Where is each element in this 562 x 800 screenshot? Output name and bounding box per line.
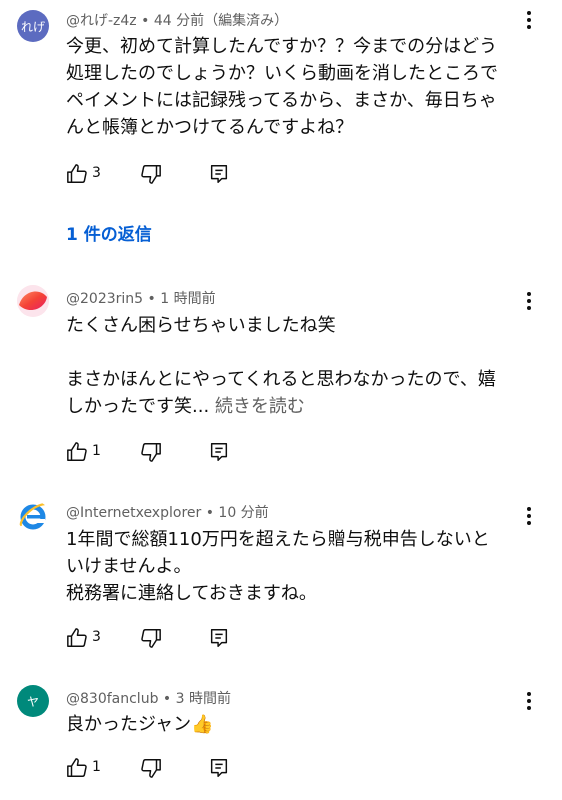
comment-line-text: しかったです笑...: [66, 396, 210, 417]
thumbs-up-icon: [67, 758, 87, 777]
comment-text: 1年間で総額110万円を超えたら贈与税申告しないと いけませんよ。 税務署に連絡…: [66, 526, 536, 607]
reply-comment-icon: [210, 629, 228, 647]
comment-line: ペイメントには記録残ってるから、まさか、毎日ちゃ: [66, 90, 497, 111]
reply-button[interactable]: [208, 440, 230, 464]
comment-line: 税務署に連絡しておきますね。: [66, 583, 317, 604]
reply-button[interactable]: [208, 162, 230, 186]
comment-text: たくさん困らせちゃいましたね笑 まさかほんとにやってくれると思わなかったので、嬉…: [66, 312, 536, 420]
internet-explorer-logo-icon: [19, 502, 46, 530]
more-vert-icon[interactable]: [519, 8, 539, 32]
comment-author-meta: @Internetxexplorer • 10 分前: [66, 505, 269, 521]
comment-line: いけませんよ。: [66, 556, 192, 577]
reply-comment-icon: [210, 443, 228, 461]
comment-author-meta: @830fanclub • 3 時間前: [66, 691, 231, 707]
comment-line: 1年間で総額110万円を超えたら贈与税申告しないと: [66, 529, 490, 550]
comment-actions: 3: [66, 626, 266, 650]
like-button[interactable]: 1: [66, 756, 101, 780]
comment-text: 今更、初めて計算したんですか？？今までの分はどう 処理したのでしょうか？いくら動…: [66, 33, 536, 141]
view-replies-link[interactable]: 1 件の返信: [66, 220, 152, 245]
comment-author-meta: @れげ-z4z • 44 分前（編集済み）: [66, 13, 289, 29]
comment-line: 処理したのでしょうか？いくら動画を消したところで: [66, 63, 498, 84]
comment-actions: 3: [66, 162, 266, 186]
like-button[interactable]: 3: [66, 162, 101, 186]
reply-comment-icon: [210, 759, 228, 777]
more-vert-icon[interactable]: [519, 689, 539, 713]
thumbs-up-icon: [67, 164, 87, 183]
more-vert-icon[interactable]: [519, 504, 539, 528]
avatar[interactable]: れげ: [17, 10, 49, 42]
avatar[interactable]: ヤ: [17, 685, 49, 717]
dislike-button[interactable]: [140, 626, 162, 650]
avatar[interactable]: [17, 285, 49, 317]
thumbs-down-icon: [141, 443, 161, 462]
dislike-button[interactable]: [140, 756, 162, 780]
reply-button[interactable]: [208, 626, 230, 650]
comment-line: [66, 339, 536, 366]
like-button[interactable]: 1: [66, 440, 101, 464]
thumbs-down-icon: [141, 629, 161, 648]
reply-button[interactable]: [208, 756, 230, 780]
comment-line: たくさん困らせちゃいましたね笑: [66, 315, 336, 336]
thumbs-up-icon: [67, 442, 87, 461]
read-more-link[interactable]: 続きを読む: [215, 396, 305, 417]
like-button[interactable]: 3: [66, 626, 101, 650]
avatar-initials: ヤ: [26, 694, 39, 709]
like-count: 3: [92, 165, 101, 181]
comment-line: まさかほんとにやってくれると思わなかったので、嬉: [66, 369, 496, 390]
thumbs-up-icon: [67, 628, 87, 647]
avatar-initials: れげ: [20, 19, 45, 34]
comment-text: 良かったジャン👍: [66, 711, 536, 738]
more-vert-icon[interactable]: [519, 289, 539, 313]
like-count: 1: [92, 759, 101, 775]
comment-line: んと帳簿とかつけてるんですよね？: [66, 117, 354, 138]
avatar[interactable]: [17, 500, 49, 532]
reply-comment-icon: [210, 165, 228, 183]
like-count: 1: [92, 443, 101, 459]
thumbs-down-icon: [141, 759, 161, 778]
comment-author-meta: @2023rin5 • 1 時間前: [66, 291, 216, 307]
comment-line: 良かったジャン👍: [66, 714, 214, 735]
dislike-button[interactable]: [140, 162, 162, 186]
comment-line: 今更、初めて計算したんですか？？今までの分はどう: [66, 36, 498, 57]
comment-actions: 1: [66, 440, 266, 464]
comment-line: しかったです笑... 続きを読む: [66, 393, 536, 420]
avatar-image: [17, 285, 49, 317]
comment-actions: 1: [66, 756, 266, 780]
like-count: 3: [92, 629, 101, 645]
dislike-button[interactable]: [140, 440, 162, 464]
thumbs-down-icon: [141, 165, 161, 184]
